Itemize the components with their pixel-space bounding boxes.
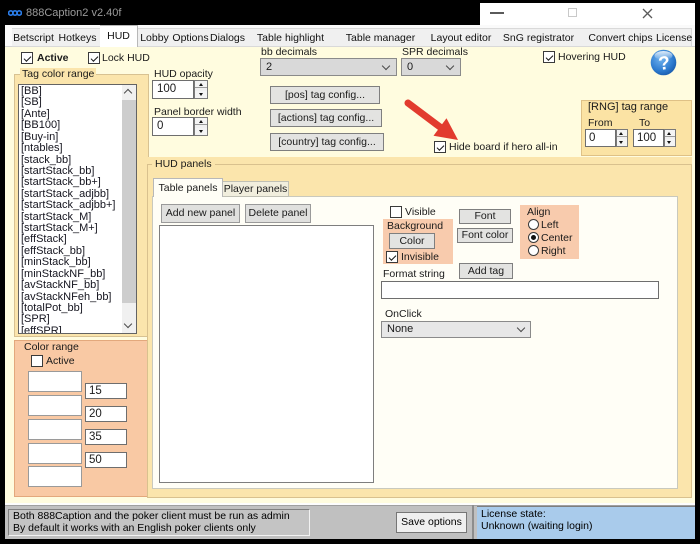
svg-text:?: ? <box>657 53 671 75</box>
